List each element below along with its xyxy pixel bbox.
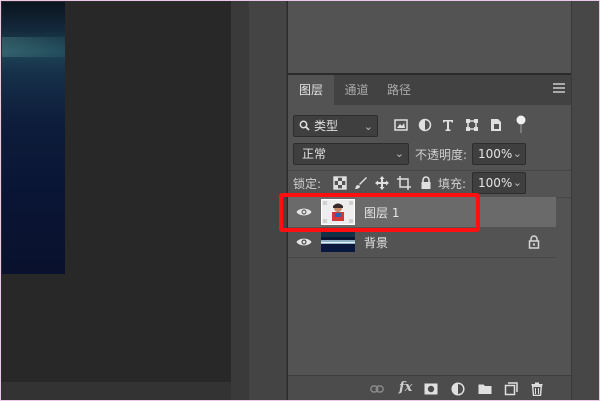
canvas-scroll-strip[interactable] [1, 382, 232, 400]
annotation-highlight-box [279, 193, 480, 232]
divider [288, 170, 571, 171]
fill-value: 100% [478, 176, 513, 190]
panel-divider [231, 1, 249, 400]
divider [288, 257, 556, 258]
eye-icon[interactable] [296, 236, 312, 248]
adjustment-filter-icon[interactable] [418, 118, 432, 132]
opacity-label: 不透明度: [415, 148, 468, 162]
lock-position-icon[interactable] [375, 176, 389, 190]
lock-artboard-icon[interactable] [397, 176, 411, 190]
image-filter-icon[interactable] [394, 118, 408, 132]
link-layers-icon[interactable] [370, 382, 384, 396]
fill-label: 填充: [438, 177, 467, 191]
layer-mask-icon[interactable] [424, 382, 438, 396]
fill-field[interactable]: 100% ⌄ [472, 172, 526, 194]
lock-icon [528, 235, 540, 249]
smart-object-filter-icon[interactable] [489, 118, 503, 132]
tab-paths[interactable]: 路径 [379, 75, 419, 105]
tab-channels[interactable]: 通道 [334, 75, 379, 105]
panel-menu-icon[interactable] [553, 83, 565, 95]
blend-mode-select[interactable]: 正常 ⌄ [293, 143, 409, 165]
layers-panel: 图层 通道 路径 类型 ⌄ 正常 ⌄ 不透明度: 100% ⌄ 锁定: 填充: … [288, 75, 571, 400]
shape-filter-icon[interactable] [465, 118, 479, 132]
upper-panel [288, 1, 571, 73]
layers-bottom-bar: fx [288, 375, 571, 400]
photoshop-window: 图层 通道 路径 类型 ⌄ 正常 ⌄ 不透明度: 100% ⌄ 锁定: 填充: … [0, 0, 600, 401]
chevron-down-icon: ⌄ [363, 120, 373, 133]
delete-layer-icon[interactable] [530, 382, 544, 396]
lock-transparent-icon[interactable] [333, 176, 347, 190]
document-image-haze [2, 37, 65, 57]
lock-label: 锁定: [293, 177, 322, 191]
adjustment-layer-icon[interactable] [451, 382, 465, 396]
group-folder-icon[interactable] [478, 382, 492, 396]
layer-name: 背景 [364, 236, 389, 250]
opacity-value: 100% [478, 147, 513, 161]
fx-icon[interactable]: fx [399, 380, 412, 395]
blend-mode-value: 正常 [302, 147, 327, 161]
lock-image-icon[interactable] [354, 176, 368, 190]
right-panel-strip [571, 1, 599, 400]
panel-tabbar: 图层 通道 路径 [288, 75, 571, 105]
search-icon [299, 120, 310, 131]
chevron-down-icon: ⌄ [512, 176, 522, 189]
lock-all-icon[interactable] [419, 176, 433, 190]
opacity-field[interactable]: 100% ⌄ [472, 143, 526, 165]
filter-kind-select[interactable]: 类型 ⌄ [293, 115, 378, 137]
new-layer-icon[interactable] [504, 382, 518, 396]
tab-layers[interactable]: 图层 [288, 75, 334, 105]
type-filter-icon[interactable] [441, 118, 455, 132]
filter-kind-label: 类型 [314, 119, 339, 133]
chevron-down-icon: ⌄ [394, 147, 404, 160]
document-canvas-area[interactable] [2, 2, 231, 382]
chevron-down-icon: ⌄ [512, 147, 522, 160]
layer-thumbnail [321, 232, 355, 252]
filter-toggle-icon[interactable] [515, 115, 527, 135]
